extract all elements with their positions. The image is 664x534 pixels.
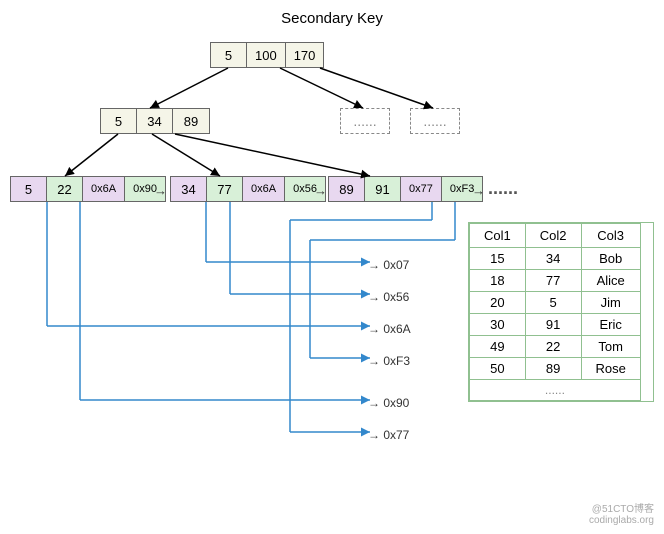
root-cell-1: 100 [247, 43, 286, 67]
cell-0-0: 15 [470, 248, 526, 270]
cell-2-1: 5 [525, 292, 581, 314]
ptr-0x77: → 0x77 [368, 428, 409, 442]
col-header-2: Col3 [581, 224, 640, 248]
table-row: 15 34 Bob [470, 248, 641, 270]
level1-node: 5 34 89 [100, 108, 210, 134]
table-row: 50 89 Rose [470, 358, 641, 380]
leaf-node-1: 34 77 0x6A 0x56 [170, 176, 326, 202]
leaf2-cell-2: 0x77 [401, 177, 442, 201]
cell-2-2: Jim [581, 292, 640, 314]
cell-3-2: Eric [581, 314, 640, 336]
dashed-node-1: ...... [340, 108, 390, 134]
table: Col1 Col2 Col3 15 34 Bob 18 77 Alice 20 [469, 223, 641, 401]
root-cell-2: 170 [286, 43, 324, 67]
main-container: Secondary Key 5 100 170 5 34 89 ...... .… [0, 0, 664, 534]
leaf1-arrow: → [314, 183, 327, 198]
table-row: 30 91 Eric [470, 314, 641, 336]
leaf0-cell-1: 22 [47, 177, 83, 201]
leaf2-cell-0: 89 [329, 177, 365, 201]
table-row: ...... [470, 380, 641, 401]
table-row: 18 77 Alice [470, 270, 641, 292]
ptr-0xF3: → 0xF3 [368, 354, 410, 368]
leaf2-arrow: → [472, 183, 485, 198]
cell-4-1: 22 [525, 336, 581, 358]
watermark: @51CTO博客 codinglabs.org [589, 500, 654, 526]
leaf-node-0: 5 22 0x6A 0x90 [10, 176, 166, 202]
cell-2-0: 20 [470, 292, 526, 314]
ellipsis-right: ...... [488, 178, 518, 199]
ptr-0x90: → 0x90 [368, 396, 409, 410]
l1-cell-2: 89 [173, 109, 209, 133]
leaf0-arrow: → [154, 183, 167, 198]
cell-3-0: 30 [470, 314, 526, 336]
page-title: Secondary Key [0, 10, 664, 27]
cell-0-2: Bob [581, 248, 640, 270]
cell-1-1: 77 [525, 270, 581, 292]
data-table: Col1 Col2 Col3 15 34 Bob 18 77 Alice 20 [468, 222, 654, 402]
cell-5-1: 89 [525, 358, 581, 380]
leaf2-cell-1: 91 [365, 177, 401, 201]
cell-3-1: 91 [525, 314, 581, 336]
ptr-0x56: → 0x56 [368, 290, 409, 304]
cell-5-0: 50 [470, 358, 526, 380]
ptr-0x07: → 0x07 [368, 258, 409, 272]
dashed-node-2: ...... [410, 108, 460, 134]
table-ellipsis: ...... [470, 380, 641, 401]
l1-cell-1: 34 [137, 109, 173, 133]
table-row: 49 22 Tom [470, 336, 641, 358]
leaf-node-2: 89 91 0x77 0xF3 [328, 176, 483, 202]
leaf0-cell-2: 0x6A [83, 177, 125, 201]
col-header-0: Col1 [470, 224, 526, 248]
cell-1-0: 18 [470, 270, 526, 292]
col-header-1: Col2 [525, 224, 581, 248]
root-cell-0: 5 [211, 43, 247, 67]
cell-5-2: Rose [581, 358, 640, 380]
cell-4-0: 49 [470, 336, 526, 358]
cell-4-2: Tom [581, 336, 640, 358]
l1-cell-0: 5 [101, 109, 137, 133]
cell-0-1: 34 [525, 248, 581, 270]
table-row: 20 5 Jim [470, 292, 641, 314]
root-node: 5 100 170 [210, 42, 324, 68]
leaf1-cell-0: 34 [171, 177, 207, 201]
ptr-0x6A: → 0x6A [368, 322, 411, 336]
leaf1-cell-2: 0x6A [243, 177, 285, 201]
leaf0-cell-0: 5 [11, 177, 47, 201]
cell-1-2: Alice [581, 270, 640, 292]
leaf1-cell-1: 77 [207, 177, 243, 201]
